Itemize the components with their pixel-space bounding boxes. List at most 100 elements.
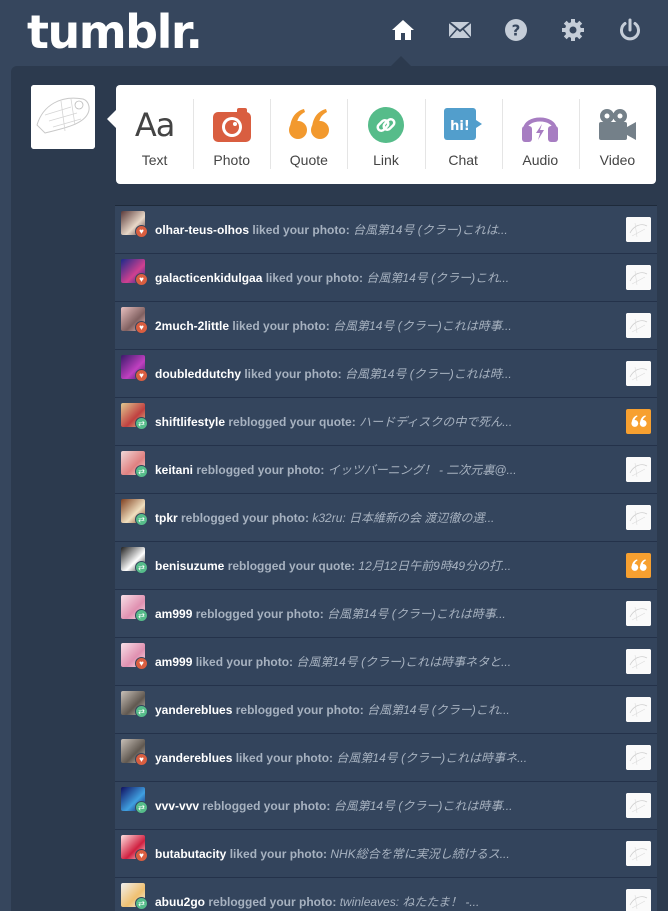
username-link[interactable]: shiftlifestyle <box>155 415 225 429</box>
photo-thumbnail[interactable] <box>626 457 651 482</box>
power-icon[interactable] <box>616 16 644 44</box>
post-text-button[interactable]: Aa Text <box>116 85 193 184</box>
post-summary[interactable]: 台風第14号 (クラー)これ... <box>367 703 510 717</box>
activity-row[interactable]: ♥ 2much-2little liked your photo: 台風第14号 … <box>115 302 657 350</box>
post-summary[interactable]: 台風第14号 (クラー)これは... <box>353 223 508 237</box>
header: tumblr. ? <box>0 0 668 66</box>
activity-text: shiftlifestyle reblogged your quote: ハード… <box>155 413 615 430</box>
reblog-icon: ⇄ <box>135 417 148 430</box>
activity-text: butabutacity liked your photo: NHK総合を常に実… <box>155 845 615 862</box>
tumblr-logo[interactable]: tumblr. <box>27 2 203 62</box>
activity-action: reblogged your quote: <box>227 559 356 573</box>
post-photo-button[interactable]: Photo <box>193 85 270 184</box>
photo-thumbnail[interactable] <box>626 889 651 911</box>
link-icon <box>363 105 409 145</box>
activity-row[interactable]: ⇄ tpkr reblogged your photo: k32ru: 日本維新の… <box>115 494 657 542</box>
heart-icon: ♥ <box>135 849 148 862</box>
post-summary[interactable]: twinleaves: ねたたま！ -... <box>340 895 480 909</box>
activity-row[interactable]: ⇄ am999 reblogged your photo: 台風第14号 (クラー… <box>115 590 657 638</box>
activity-row[interactable]: ⇄ abuu2go reblogged your photo: twinleave… <box>115 878 657 911</box>
username-link[interactable]: keitani <box>155 463 193 477</box>
svg-text:?: ? <box>512 22 521 40</box>
mail-icon[interactable] <box>446 16 474 44</box>
photo-thumbnail[interactable] <box>626 697 651 722</box>
username-link[interactable]: olhar-teus-olhos <box>155 223 249 237</box>
post-summary[interactable]: 台風第14号 (クラー)これは時事... <box>333 319 512 333</box>
post-quote-button[interactable]: Quote <box>270 85 347 184</box>
username-link[interactable]: am999 <box>155 607 192 621</box>
post-link-button[interactable]: Link <box>347 85 424 184</box>
photo-thumbnail[interactable] <box>626 745 651 770</box>
activity-action: reblogged your photo: <box>202 799 331 813</box>
post-summary[interactable]: 台風第14号 (クラー)これは時事ネ... <box>336 751 527 765</box>
post-summary[interactable]: イッツバーニング！ - 二次元裏@... <box>328 463 517 477</box>
username-link[interactable]: benisuzume <box>155 559 224 573</box>
post-audio-button[interactable]: Audio <box>501 85 579 184</box>
photo-thumbnail[interactable] <box>626 265 651 290</box>
username-link[interactable]: am999 <box>155 655 192 669</box>
activity-row[interactable]: ⇄ benisuzume reblogged your quote: 12月12日… <box>115 542 657 590</box>
settings-icon[interactable] <box>559 16 587 44</box>
post-video-button[interactable]: Video <box>578 85 656 184</box>
post-summary[interactable]: ハードディスクの中で死ん... <box>359 415 512 429</box>
post-summary[interactable]: 台風第14号 (クラー)これは時事... <box>327 607 506 621</box>
text-icon: Aa <box>134 106 175 144</box>
username-link[interactable]: abuu2go <box>155 895 205 909</box>
post-summary[interactable]: k32ru: 日本維新の会 渡辺徹の選... <box>312 511 494 525</box>
video-camera-icon <box>594 105 640 145</box>
post-summary[interactable]: 台風第14号 (クラー)これは時事ネタと... <box>296 655 511 669</box>
post-summary[interactable]: 台風第14号 (クラー)これ... <box>366 271 509 285</box>
reblog-icon: ⇄ <box>135 465 148 478</box>
activity-row[interactable]: ⇄ shiftlifestyle reblogged your quote: ハー… <box>115 398 657 446</box>
activity-action: liked your photo: <box>232 319 330 333</box>
quote-thumbnail[interactable] <box>626 409 651 434</box>
activity-action: reblogged your photo: <box>196 463 325 477</box>
username-link[interactable]: yandereblues <box>155 703 232 717</box>
post-text-label: Text <box>141 152 168 168</box>
activity-row[interactable]: ♥ butabutacity liked your photo: NHK総合を常に… <box>115 830 657 878</box>
photo-thumbnail[interactable] <box>626 217 651 242</box>
activity-text: abuu2go reblogged your photo: twinleaves… <box>155 893 615 910</box>
username-link[interactable]: doubleddutchy <box>155 367 241 381</box>
photo-thumbnail[interactable] <box>626 313 651 338</box>
activity-row[interactable]: ♥ am999 liked your photo: 台風第14号 (クラー)これは… <box>115 638 657 686</box>
photo-thumbnail[interactable] <box>626 649 651 674</box>
post-chat-button[interactable]: hi! Chat <box>424 85 502 184</box>
quote-icon <box>286 105 332 145</box>
activity-row[interactable]: ♥ galacticenkidulgaa liked your photo: 台風… <box>115 254 657 302</box>
username-link[interactable]: galacticenkidulgaa <box>155 271 262 285</box>
quote-thumbnail[interactable] <box>626 553 651 578</box>
photo-thumbnail[interactable] <box>626 793 651 818</box>
username-link[interactable]: yandereblues <box>155 751 232 765</box>
username-link[interactable]: tpkr <box>155 511 178 525</box>
user-avatar[interactable] <box>31 85 95 149</box>
activity-row[interactable]: ♥ olhar-teus-olhos liked your photo: 台風第1… <box>115 206 657 254</box>
home-icon[interactable] <box>389 16 417 44</box>
photo-thumbnail[interactable] <box>626 841 651 866</box>
post-summary[interactable]: 12月12日午前9時49分の打... <box>358 559 511 573</box>
username-link[interactable]: butabutacity <box>155 847 226 861</box>
post-summary[interactable]: 台風第14号 (クラー)これは時... <box>345 367 512 381</box>
activity-row[interactable]: ⇄ vvv-vvv reblogged your photo: 台風第14号 (ク… <box>115 782 657 830</box>
activity-row[interactable]: ⇄ keitani reblogged your photo: イッツバーニング！… <box>115 446 657 494</box>
photo-thumbnail[interactable] <box>626 601 651 626</box>
post-link-label: Link <box>373 152 399 168</box>
activity-action: liked your photo: <box>265 271 364 285</box>
activity-row[interactable]: ⇄ yandereblues reblogged your photo: 台風第1… <box>115 686 657 734</box>
username-link[interactable]: vvv-vvv <box>155 799 199 813</box>
reblog-icon: ⇄ <box>135 609 148 622</box>
post-box-pointer <box>107 110 116 128</box>
photo-thumbnail[interactable] <box>626 361 651 386</box>
post-summary[interactable]: NHK総合を常に実況し続けるス... <box>330 847 509 861</box>
activity-text: vvv-vvv reblogged your photo: 台風第14号 (クラ… <box>155 797 615 814</box>
activity-row[interactable]: ♥ yandereblues liked your photo: 台風第14号 (… <box>115 734 657 782</box>
activity-action: liked your photo: <box>195 655 294 669</box>
photo-thumbnail[interactable] <box>626 505 651 530</box>
post-summary[interactable]: 台風第14号 (クラー)これは時事... <box>334 799 513 813</box>
activity-row[interactable]: ♥ doubleddutchy liked your photo: 台風第14号 … <box>115 350 657 398</box>
heart-icon: ♥ <box>135 321 148 334</box>
activity-action: reblogged your quote: <box>228 415 356 429</box>
svg-text:hi!: hi! <box>450 119 470 134</box>
help-icon[interactable]: ? <box>502 16 530 44</box>
username-link[interactable]: 2much-2little <box>155 319 229 333</box>
